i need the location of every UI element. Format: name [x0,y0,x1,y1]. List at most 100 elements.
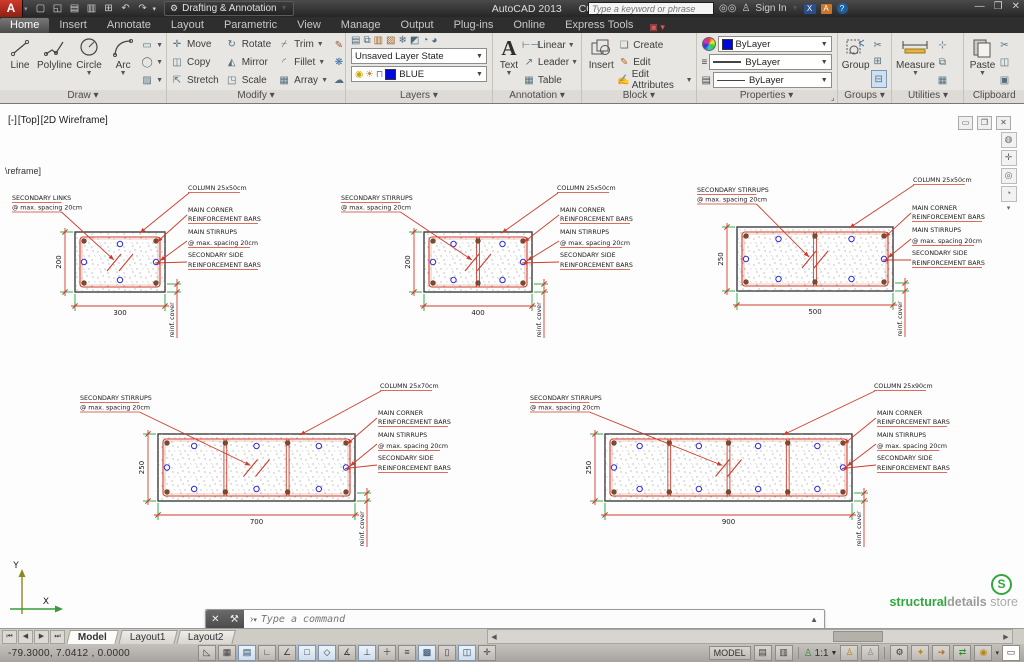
restore-button[interactable]: ❐ [994,1,1003,12]
workspace-dropdown[interactable]: ⚙ Drafting & Annotation ▼ [164,1,294,16]
navbar-chevron-icon[interactable]: ▾ [1007,204,1011,212]
viewport-visual-style-control[interactable]: [2D Wireframe] [41,115,108,126]
groups-panel-label[interactable]: Groups ▾ [838,90,892,103]
mirror-button[interactable]: ◭Mirror [225,57,271,68]
edit-attributes-button[interactable]: ✍Edit Attributes▼ [617,72,692,88]
workspace-gear-icon[interactable]: ⚙ [890,645,908,661]
help-search-input[interactable] [588,2,714,15]
quick-properties-toggle[interactable]: ▯ [438,645,456,661]
fillet-button[interactable]: ◜Fillet▼ [277,57,328,68]
horizontal-scrollbar[interactable]: ◀ ▶ [487,629,1013,644]
arc-button[interactable]: Arc▼ [106,35,140,90]
navigation-wheel-icon[interactable]: ◍ [1001,132,1017,148]
ribbon-tab-parametric[interactable]: Parametric [214,18,287,33]
orbit-icon[interactable]: ◔ [1001,186,1017,202]
status-lightbulb-icon[interactable]: ◉ [974,645,992,661]
search-icon[interactable]: ◎◎ [719,3,736,14]
paste-button[interactable]: Paste▼ [967,35,997,90]
snap-mode-toggle[interactable]: ▦ [218,645,236,661]
clipboard-panel-label[interactable]: Clipboard [964,90,1024,103]
application-menu-button[interactable]: A [0,0,23,17]
viewport-min-icon[interactable]: ▭ [958,116,973,130]
tab-layout1[interactable]: Layout1 [118,630,177,645]
measure-button[interactable]: Measure▼ [895,35,935,90]
ribbon-tab-online[interactable]: Online [503,18,555,33]
annotation-autoscale-toggle[interactable]: ♙ [861,645,879,661]
id-point-button[interactable]: ⊹ [935,37,949,53]
model-space-canvas[interactable]: 200300reinf. coverSECONDARY LINKS@ max. … [0,103,1024,629]
pan-icon[interactable]: ✛ [1001,150,1017,166]
layer-state-dropdown[interactable]: Unsaved Layer State▼ [351,48,487,64]
polyline-button[interactable]: Polyline [37,35,72,90]
layer-properties-icon[interactable]: ▤ [351,35,360,46]
circle-button[interactable]: Circle▼ [72,35,106,90]
ribbon-tab-manage[interactable]: Manage [331,18,391,33]
undo-icon[interactable]: ↶ [119,3,133,14]
polar-tracking-toggle[interactable]: ∠ [278,645,296,661]
ribbon-tab-insert[interactable]: Insert [49,18,97,33]
layer-isolate-icon[interactable]: ▨ [386,35,395,46]
trim-button[interactable]: ⌿Trim▼ [277,39,328,50]
group-edit-button[interactable]: ⊞ [871,54,887,70]
command-history-icon[interactable]: ▲ [810,615,818,624]
annotation-panel-label[interactable]: Annotation ▾ [493,90,581,103]
viewport-view-control[interactable]: [Top] [18,115,40,126]
close-button[interactable]: ✕ [1012,1,1020,12]
leader-button[interactable]: ↗Leader▼ [522,55,578,71]
scroll-left-icon[interactable]: ◀ [488,633,500,641]
model-space-icon[interactable]: ▤ [754,645,772,661]
command-input[interactable] [259,613,810,626]
utilities-panel-label[interactable]: Utilities ▾ [892,90,963,103]
app-menu-caret-icon[interactable]: ▾ [24,5,28,13]
infer-constraints-toggle[interactable]: ◺ [198,645,216,661]
layer-off-icon[interactable]: ◩ [410,35,419,46]
layer-prev-icon[interactable]: ▥ [374,35,383,46]
exchange-apps-icon[interactable]: X [804,4,816,14]
grid-display-toggle[interactable]: ▤ [238,645,256,661]
paste-special-button[interactable]: ▣ [997,72,1011,88]
scrollbar-thumb[interactable] [833,631,883,642]
draw-panel-label[interactable]: Draw ▾ [0,90,166,103]
3d-object-snap-toggle[interactable]: ◇ [318,645,336,661]
layer-unlock-icon[interactable]: ◕ [431,35,437,46]
transparency-toggle[interactable]: ▩ [418,645,436,661]
minimize-button[interactable]: — [975,1,985,12]
annotation-visibility-toggle[interactable]: ♙ [840,645,858,661]
properties-panel-label[interactable]: Properties ▾ [697,90,837,103]
ortho-mode-toggle[interactable]: ∟ [258,645,276,661]
move-button[interactable]: ✛Move [170,39,219,50]
panel-dialog-launcher-icon[interactable]: ⌟ [831,93,835,102]
lineweight-toggle[interactable]: ≡ [398,645,416,661]
table-button[interactable]: ▦Table [522,72,578,88]
first-layout-icon[interactable]: ⏮ [2,630,17,644]
line-button[interactable]: Line [3,35,37,90]
tab-overflow-icon[interactable]: ▣ ▾ [649,22,665,33]
help-icon[interactable]: ? [837,3,848,14]
linear-dimension-button[interactable]: ⊢⊣Linear▼ [522,37,578,53]
viewport-restore-icon[interactable]: ❐ [977,116,992,130]
plot-icon[interactable]: ⊞ [102,3,116,14]
array-button[interactable]: ▦Array▼ [277,75,328,86]
clean-screen-button[interactable]: ▭ [1002,645,1020,661]
ellipse-button[interactable]: ◯▼ [140,55,163,71]
layer-dropdown[interactable]: ◉ ☀ ⊓ BLUE▼ [351,66,487,82]
rectangle-button[interactable]: ▭▼ [140,37,163,53]
ungroup-button[interactable]: ✂ [871,37,887,53]
command-tools-icon[interactable]: ⚒ [230,614,239,625]
hardware-accel-icon[interactable]: ➜ [932,645,950,661]
object-snap-tracking-toggle[interactable]: ∡ [338,645,356,661]
linetype-dropdown[interactable]: ByLayer▼ [713,72,832,88]
redo-icon[interactable]: ↷ [136,3,150,14]
dynamic-ucs-toggle[interactable]: ⊥ [358,645,376,661]
copy-clip-button[interactable]: ◫ [997,55,1011,71]
prev-layout-icon[interactable]: ◀ [18,630,33,644]
scroll-right-icon[interactable]: ▶ [1000,633,1012,641]
next-layout-icon[interactable]: ▶ [34,630,49,644]
ribbon-tab-view[interactable]: View [287,18,331,33]
layer-match-icon[interactable]: ⧉ [363,35,370,46]
sign-in-caret-icon[interactable]: ▼ [792,6,799,11]
coordinates-readout[interactable]: -79.3000, 7.0412 , 0.0000 [0,648,158,659]
model-paper-toggle[interactable]: MODEL [709,646,751,660]
qat-customize-icon[interactable]: ▾ [153,5,157,13]
command-close-icon[interactable]: ✕ [211,614,219,625]
